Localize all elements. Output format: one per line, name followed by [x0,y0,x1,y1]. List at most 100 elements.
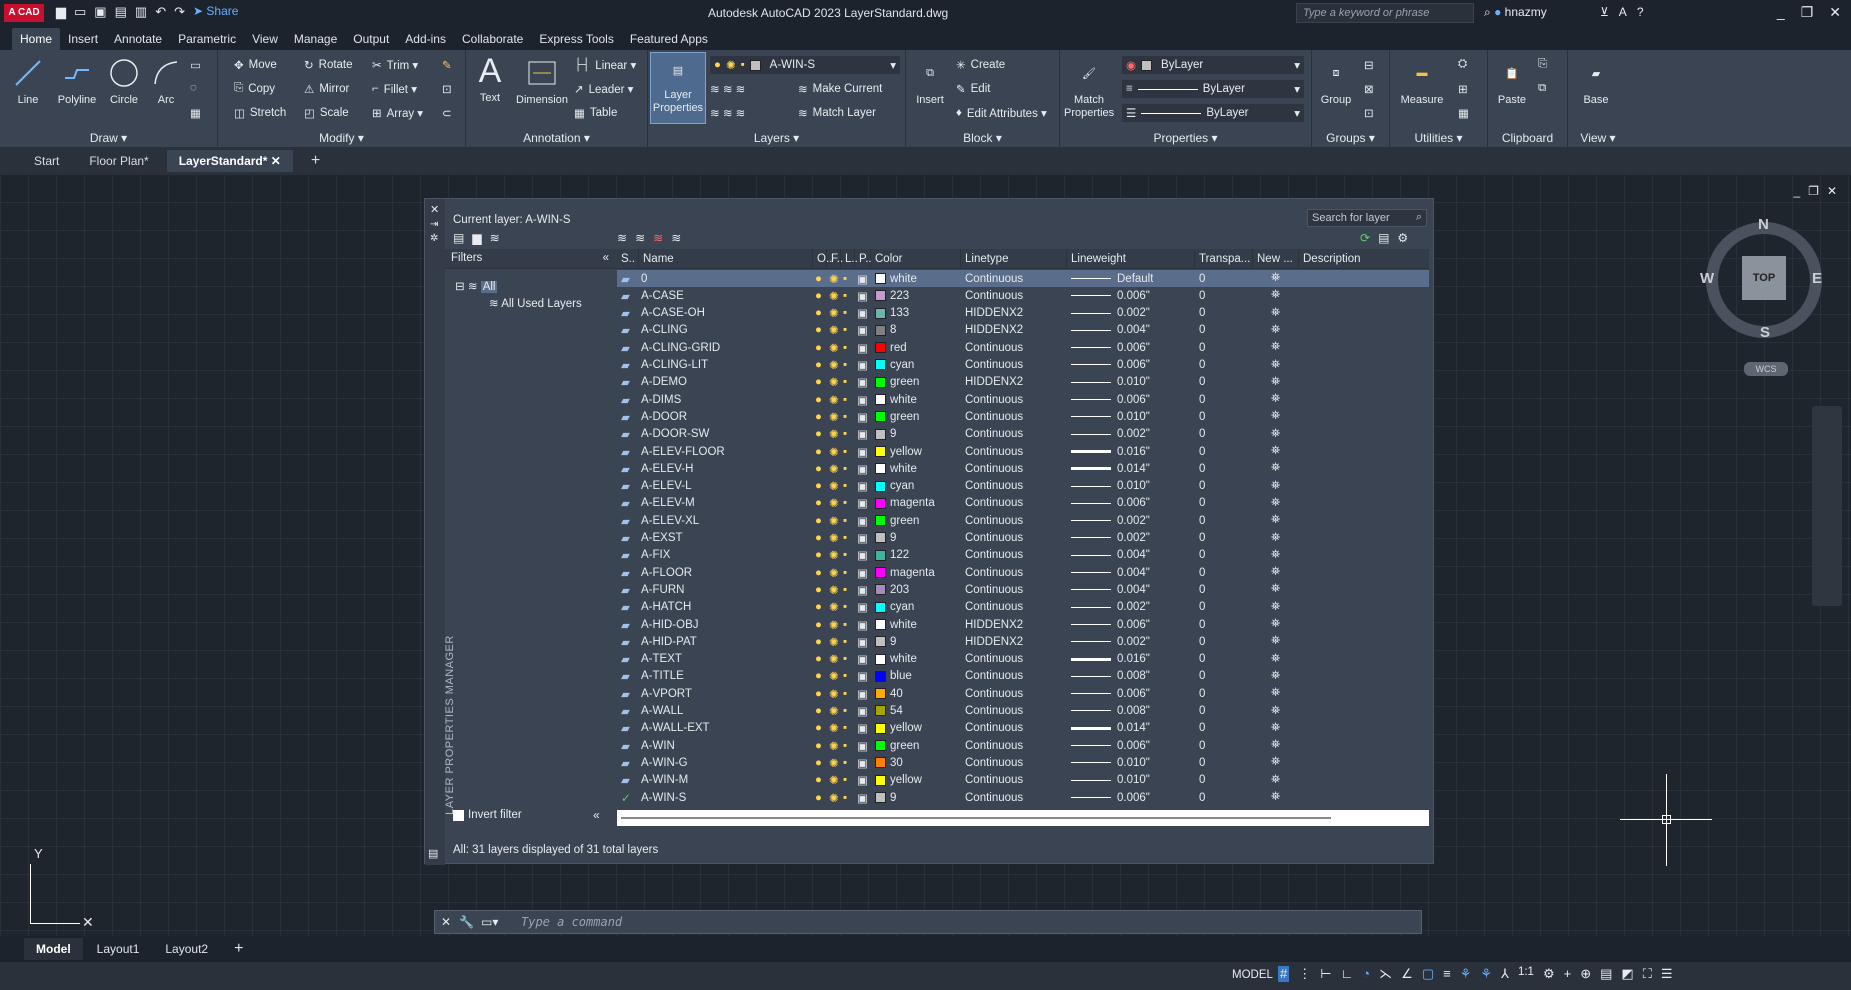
layer-linetype[interactable]: Continuous [965,480,1023,492]
draw-panel-title[interactable]: Draw ▾ [0,128,217,148]
layer-color[interactable]: 9 [875,792,896,804]
layer-color[interactable]: cyan [875,601,914,613]
new-vp-freeze-icon[interactable]: ⛯ [1271,583,1280,596]
layer-color[interactable]: red [875,342,907,354]
layer-transparency[interactable]: 0 [1199,688,1205,700]
autodesk-app-icon[interactable]: A [1619,5,1627,19]
layer-row[interactable]: ▰ A-VPORT ● ✺ ▪ ▣ 40 Continuous 0.006" 0 ⛯ [617,685,1429,702]
layer-row[interactable]: ▰ A-ELEV-XL ● ✺ ▪ ▣ green Continuous 0.002" 0 ⛯ [617,512,1429,529]
layer-linetype[interactable]: Continuous [965,532,1023,544]
tab-output[interactable]: Output [345,28,397,50]
undo-icon[interactable]: ↶ [155,4,166,20]
layer-search-input[interactable]: Search for layer ⌕ [1307,209,1427,227]
freeze-sun-icon[interactable]: ✺ [829,479,839,493]
freeze-sun-icon[interactable]: ✺ [829,548,839,562]
on-off-bulb-icon[interactable]: ● [815,722,822,734]
layer-linetype[interactable]: Continuous [965,515,1023,527]
refresh-icon[interactable]: ⟳ [1360,231,1370,245]
layer-name[interactable]: A-WALL [641,705,811,717]
freeze-sun-icon[interactable]: ✺ [829,756,839,770]
layer-linetype[interactable]: HIDDENX2 [965,324,1023,336]
layer-transparency[interactable]: 0 [1199,792,1205,804]
infer-constraints-icon[interactable]: ⊢ [1320,966,1331,982]
layer-row[interactable]: ▰ A-FURN ● ✺ ▪ ▣ 203 Continuous 0.004" 0 ⛯ [617,581,1429,598]
mirror-button[interactable]: ⚠ Mirror [304,82,349,96]
layer-transparency[interactable]: 0 [1199,307,1205,319]
layer-linetype[interactable]: Continuous [965,688,1023,700]
layer-lineweight[interactable]: 0.008" [1071,670,1150,682]
layout-tab-layout1[interactable]: Layout1 [85,938,152,960]
col-freeze[interactable]: F.. [827,249,843,269]
trim-button[interactable]: ✂ Trim ▾ [372,58,418,72]
lock-icon[interactable]: ▪ [843,619,847,631]
viewcube-top-face[interactable]: TOP [1742,256,1786,300]
layer-transparency[interactable]: 0 [1199,619,1205,631]
layer-linetype[interactable]: Continuous [965,549,1023,561]
layer-name[interactable]: A-TEXT [641,653,811,665]
freeze-sun-icon[interactable]: ✺ [829,427,839,441]
layer-lineweight[interactable]: 0.006" [1071,740,1150,752]
on-off-bulb-icon[interactable]: ● [815,567,822,579]
offset-icon[interactable]: ⊂ [442,106,452,120]
on-off-bulb-icon[interactable]: ● [815,446,822,458]
plot-printer-icon[interactable]: ▣ [857,514,868,528]
layer-color[interactable]: white [875,653,917,665]
freeze-sun-icon[interactable]: ✺ [829,272,839,286]
layer-lineweight[interactable]: 0.010" [1071,757,1150,769]
layer-color[interactable]: yellow [875,446,922,458]
layer-transparency[interactable]: 0 [1199,722,1205,734]
new-vp-freeze-icon[interactable]: ⛯ [1271,359,1280,372]
layer-color[interactable]: 203 [875,584,909,596]
col-name[interactable]: Name [639,249,813,269]
cut-icon[interactable]: ⎘ [1538,58,1547,71]
plot-printer-icon[interactable]: ▣ [857,496,868,510]
tab-home[interactable]: Home [12,28,61,50]
layer-color[interactable]: 40 [875,688,903,700]
plot-printer-icon[interactable]: ▣ [857,618,868,632]
new-vp-freeze-icon[interactable]: ⛯ [1271,532,1280,545]
on-off-bulb-icon[interactable]: ● [815,619,822,631]
tab-insert[interactable]: Insert [60,28,106,50]
plot-printer-icon[interactable]: ▣ [857,323,868,337]
lock-icon[interactable]: ▪ [843,446,847,458]
layer-linetype[interactable]: Continuous [965,411,1023,423]
layer-linetype[interactable]: Continuous [965,601,1023,613]
layer-row[interactable]: ▰ A-ELEV-FLOOR ● ✺ ▪ ▣ yellow Continuous 0.016" 0… [617,443,1429,460]
layer-transparency[interactable]: 0 [1199,480,1205,492]
plot-printer-icon[interactable]: ▣ [857,375,868,389]
layer-color[interactable]: 9 [875,428,896,440]
layer-name[interactable]: A-FIX [641,549,811,561]
freeze-sun-icon[interactable]: ✺ [829,445,839,459]
polar-icon[interactable]: ◔ [1362,966,1370,982]
new-vp-freeze-icon[interactable]: ⛯ [1271,791,1280,804]
ungroup-icon[interactable]: ⊟ [1364,58,1374,72]
layer-transparency[interactable]: 0 [1199,376,1205,388]
quick-select-icon[interactable]: ⛭ [1458,58,1467,71]
new-layer-vp-frozen-icon[interactable]: ≋ [635,231,645,245]
text-button[interactable]: A Text [472,52,508,105]
units-icon[interactable]: ⊕ [1580,966,1591,982]
customization-menu-icon[interactable]: ☰ [1661,966,1673,982]
lineweight-toggle-icon[interactable]: ≡ [1443,966,1451,982]
select-all-icon[interactable]: ⊞ [1458,82,1468,96]
command-input[interactable]: Type a command [521,915,622,929]
lock-icon[interactable]: ▪ [843,515,847,527]
plot-printer-icon[interactable]: ▣ [857,721,868,735]
tab-add-ins[interactable]: Add-ins [397,28,454,50]
new-vp-freeze-icon[interactable]: ⛯ [1271,324,1280,337]
layer-settings-icon[interactable]: ▤ [428,847,438,860]
tab-express-tools[interactable]: Express Tools [531,28,621,50]
layer-lineweight[interactable]: 0.002" [1071,307,1150,319]
layer-row[interactable]: ▰ A-CLING-LIT ● ✺ ▪ ▣ cyan Continuous 0.006" 0 ⛯ [617,357,1429,374]
layer-linetype[interactable]: Continuous [965,740,1023,752]
layer-lineweight[interactable]: 0.004" [1071,584,1150,596]
make-current-button[interactable]: ≋ Make Current [798,82,882,96]
plot-icon[interactable]: ▥ [135,4,147,20]
layer-name[interactable]: A-FURN [641,584,811,596]
layer-color[interactable]: 30 [875,757,903,769]
leader-button[interactable]: ↗ Leader ▾ [574,82,633,96]
doc-tab-layer-standard[interactable]: LayerStandard* ✕ [166,150,293,172]
base-button[interactable]: ▰ Base [1574,56,1618,107]
lock-icon[interactable]: ▪ [843,584,847,596]
layer-color[interactable]: 54 [875,705,903,717]
